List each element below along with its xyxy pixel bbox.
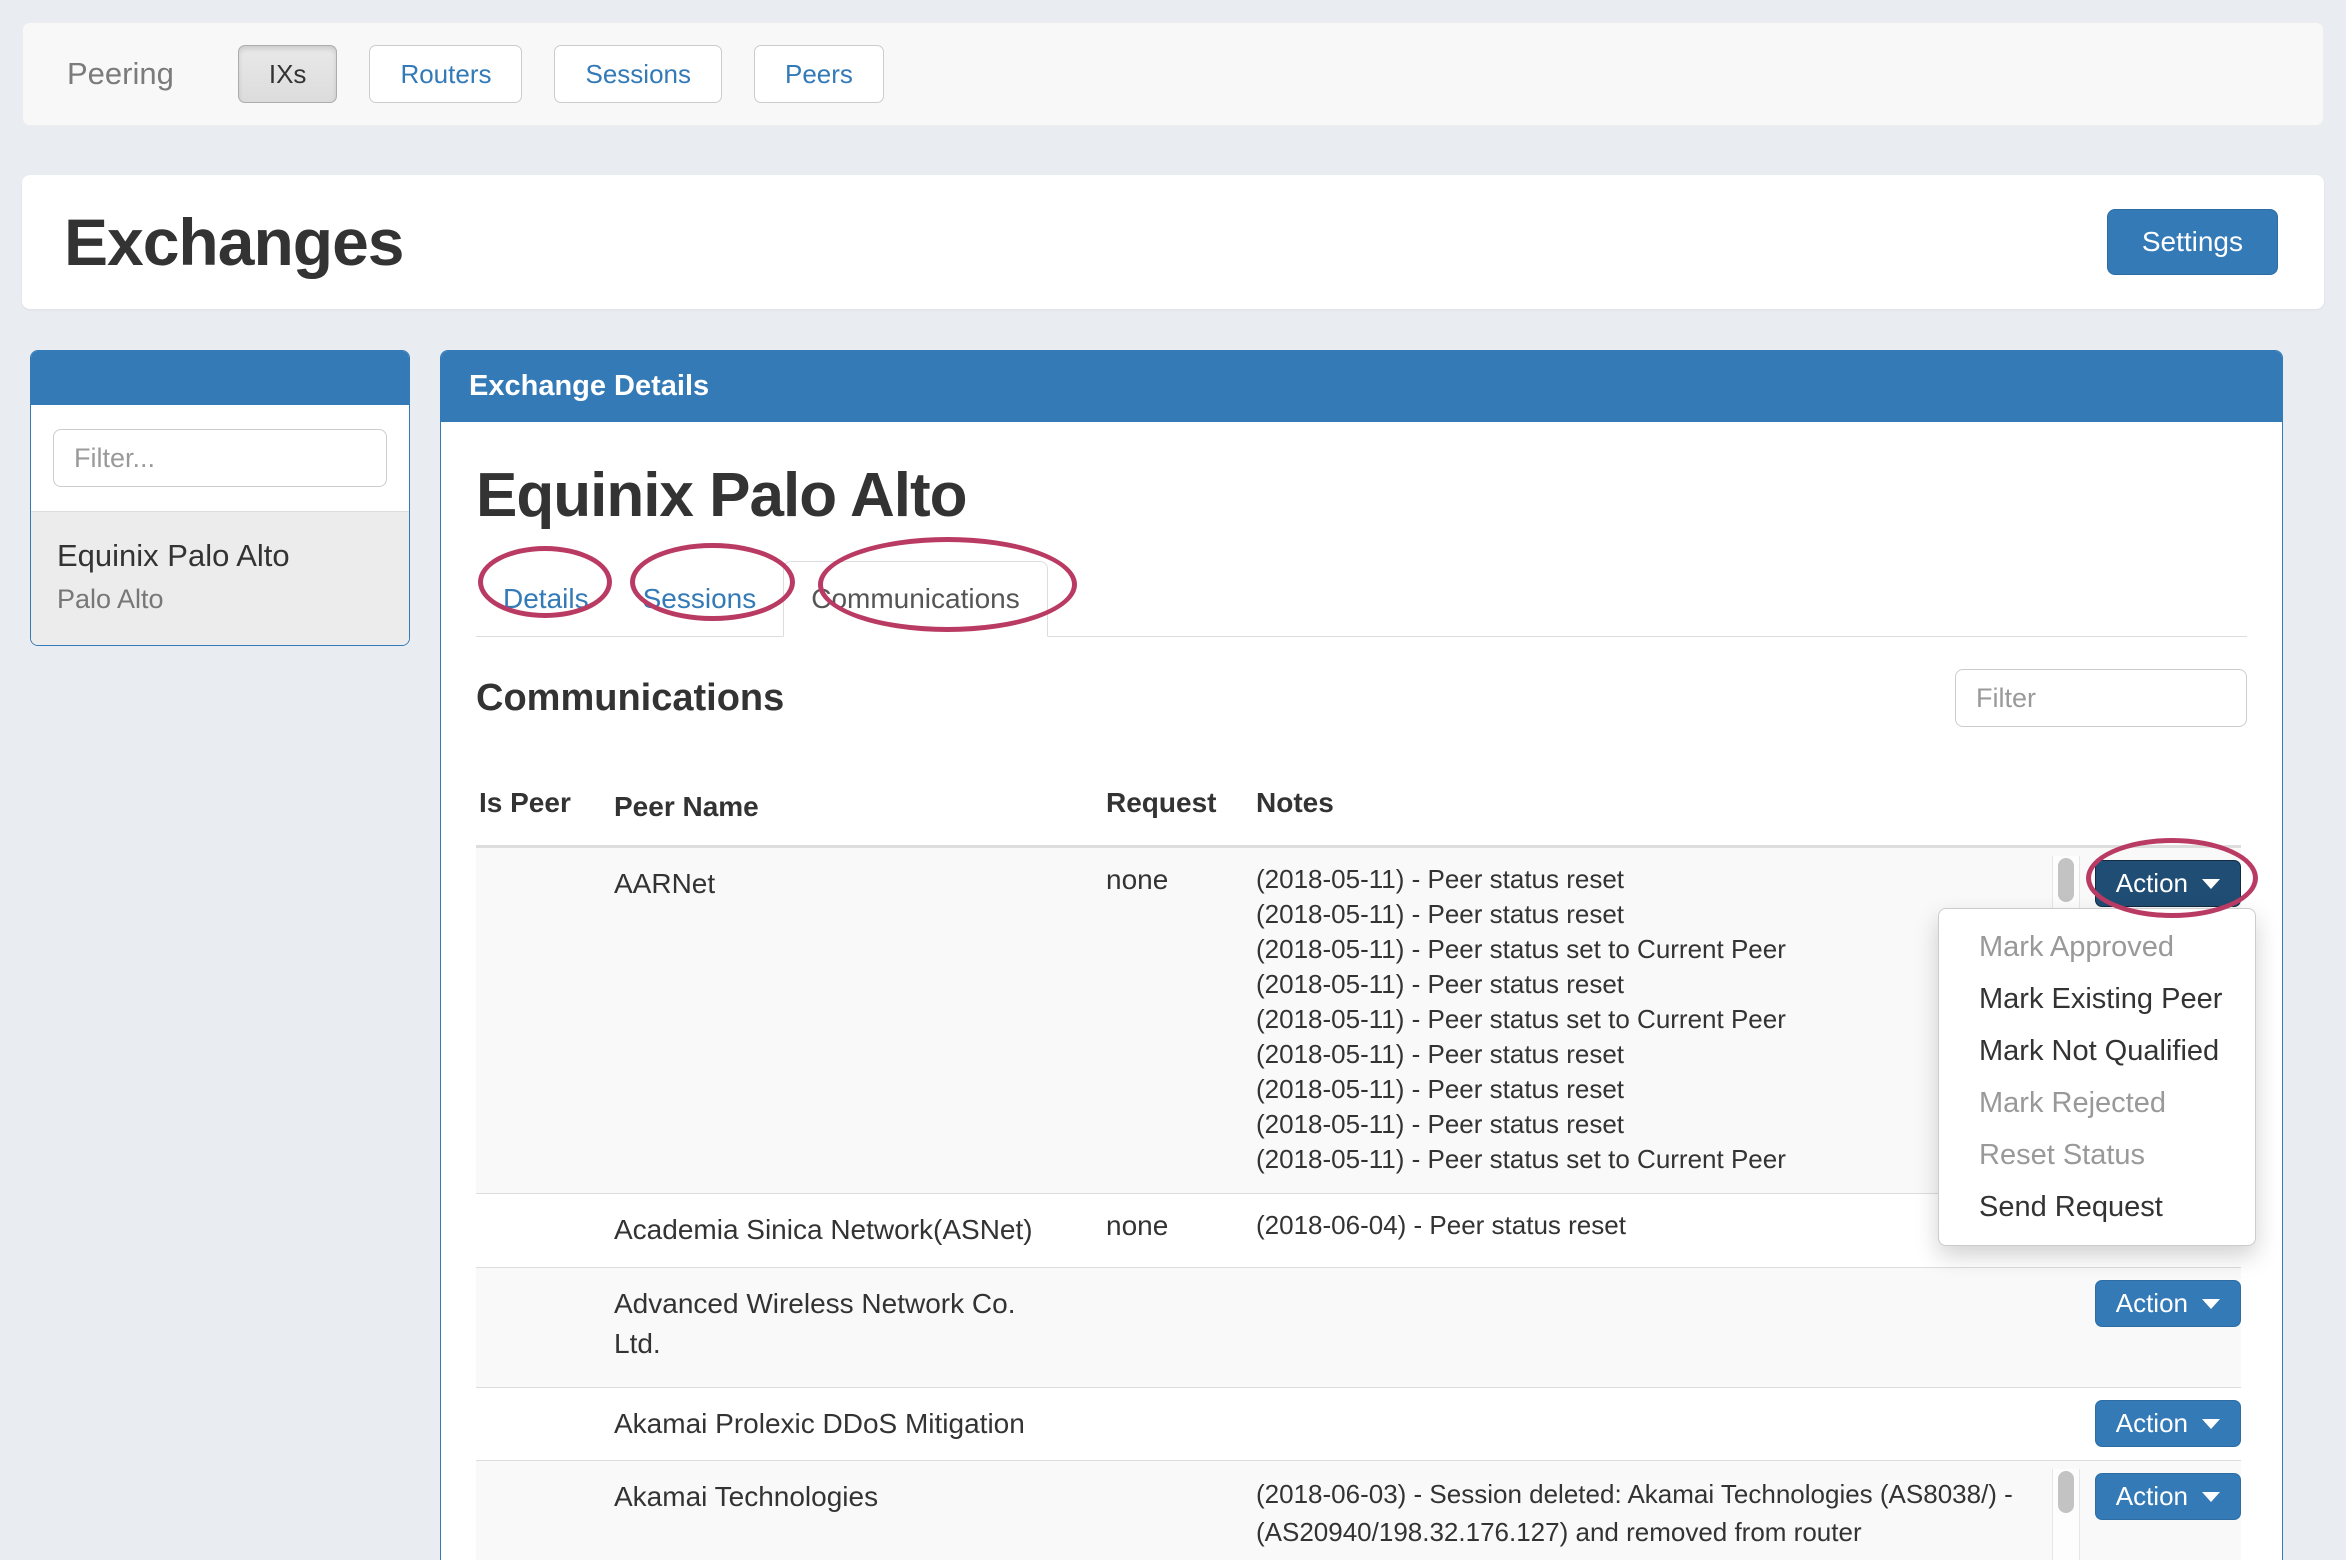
page: Peering IXs Routers Sessions Peers Excha… [0, 0, 2346, 1560]
menu-item-send-request[interactable]: Send Request [1939, 1181, 2255, 1233]
action-dropdown-button-open[interactable]: Action [2095, 860, 2241, 907]
table-row: Akamai Technologies (2018-06-03) - Sessi… [476, 1460, 2241, 1560]
nav-button-peers[interactable]: Peers [754, 45, 884, 103]
cell-request: none [1106, 848, 1256, 1193]
page-header-card: Exchanges Settings [22, 175, 2324, 309]
nav-button-routers[interactable]: Routers [369, 45, 522, 103]
action-button-label: Action [2116, 1408, 2188, 1439]
notes-scrollbar-thumb[interactable] [2058, 1471, 2074, 1513]
exchange-filter-input[interactable] [53, 429, 387, 487]
cell-peer-name: Akamai Technologies [614, 1461, 1106, 1560]
cell-request [1106, 1388, 1256, 1460]
page-title: Exchanges [64, 204, 404, 280]
top-navbar: Peering IXs Routers Sessions Peers [22, 22, 2324, 126]
notes-scrollbar-thumb[interactable] [2058, 858, 2074, 902]
exchange-city: Palo Alto [57, 584, 383, 615]
cell-is-peer [476, 1388, 614, 1460]
notes-scrollbar-track[interactable] [2052, 1469, 2080, 1560]
menu-item-mark-not-qualified[interactable]: Mark Not Qualified [1939, 1025, 2255, 1077]
cell-action: Action [2084, 1388, 2241, 1460]
tab-communications[interactable]: Communications [783, 561, 1048, 637]
tab-details[interactable]: Details [476, 561, 616, 636]
action-dropdown-button[interactable]: Action [2095, 1280, 2241, 1327]
col-header-request: Request [1106, 771, 1256, 845]
note-line: (AS20940/198.32.176.127) and removed fro… [1256, 1513, 2051, 1551]
caret-down-icon [2202, 1419, 2220, 1429]
note-line: (2018-06-03) - [1256, 1551, 2051, 1560]
col-header-peer-name: Peer Name [614, 771, 1106, 845]
cell-peer-name: Advanced Wireless Network Co. Ltd. [614, 1268, 1106, 1387]
menu-item-mark-approved[interactable]: Mark Approved [1939, 921, 2255, 973]
note-line: (2018-05-11) - Peer status reset [1256, 862, 2051, 897]
menu-item-mark-existing-peer[interactable]: Mark Existing Peer [1939, 973, 2255, 1025]
brand-peering: Peering [67, 56, 174, 92]
exchange-list-panel-header [31, 351, 409, 405]
exchange-list-panel: Equinix Palo Alto Palo Alto [30, 350, 410, 646]
cell-request [1106, 1461, 1256, 1560]
note-line: (2018-06-03) - Session deleted: Akamai T… [1256, 1475, 2051, 1513]
exchange-name: Equinix Palo Alto [57, 538, 383, 574]
cell-notes [1256, 1388, 2051, 1460]
col-header-is-peer: Is Peer [476, 771, 614, 845]
cell-action: Action [2084, 1461, 2241, 1560]
cell-action: Action [2084, 1268, 2241, 1387]
caret-down-icon [2202, 1492, 2220, 1502]
communications-section-head: Communications [476, 669, 2247, 727]
panel-header-title: Exchange Details [469, 370, 709, 403]
cell-is-peer [476, 1194, 614, 1267]
menu-item-mark-rejected[interactable]: Mark Rejected [1939, 1077, 2255, 1129]
action-button-label: Action [2116, 868, 2188, 899]
cell-notes: (2018-05-11) - Peer status reset (2018-0… [1256, 848, 2051, 1193]
col-header-action-spacer [2084, 771, 2241, 845]
nav-button-sessions[interactable]: Sessions [554, 45, 722, 103]
table-row: Akamai Prolexic DDoS Mitigation Action [476, 1387, 2241, 1460]
cell-is-peer [476, 1268, 614, 1387]
action-button-label: Action [2116, 1288, 2188, 1319]
note-line: (2018-05-11) - Peer status reset [1256, 967, 2051, 1002]
caret-down-icon [2202, 1299, 2220, 1309]
cell-peer-name: Academia Sinica Network(ASNet) [614, 1194, 1106, 1267]
table-header-row: Is Peer Peer Name Request Notes [476, 771, 2241, 847]
communications-heading: Communications [476, 677, 784, 720]
cell-notes: (2018-06-04) - Peer status reset [1256, 1194, 2051, 1267]
col-header-notes: Notes [1256, 771, 2051, 845]
action-dropdown-button[interactable]: Action [2095, 1400, 2241, 1447]
note-line: (2018-05-11) - Peer status set to Curren… [1256, 932, 2051, 967]
cell-request [1106, 1268, 1256, 1387]
note-line: (2018-05-11) - Peer status set to Curren… [1256, 1142, 2051, 1177]
action-dropdown-menu: Mark Approved Mark Existing Peer Mark No… [1938, 908, 2256, 1246]
table-row: Advanced Wireless Network Co. Ltd. Actio… [476, 1267, 2241, 1387]
caret-down-icon [2202, 879, 2220, 889]
cell-peer-name: AARNet [614, 848, 1106, 1193]
cell-notes [1256, 1268, 2051, 1387]
note-line: (2018-06-04) - Peer status reset [1256, 1208, 2051, 1243]
note-line: (2018-05-11) - Peer status reset [1256, 1072, 2051, 1107]
cell-is-peer [476, 848, 614, 1193]
notes-scrollbar-area [2051, 1268, 2084, 1387]
note-line: (2018-05-11) - Peer status reset [1256, 1037, 2051, 1072]
menu-item-reset-status[interactable]: Reset Status [1939, 1129, 2255, 1181]
exchange-details-panel-header: Exchange Details [441, 351, 2282, 422]
note-line: (2018-05-11) - Peer status set to Curren… [1256, 1002, 2051, 1037]
tab-sessions[interactable]: Sessions [616, 561, 784, 636]
cell-request: none [1106, 1194, 1256, 1267]
notes-scrollbar-area [2051, 1461, 2084, 1560]
settings-button[interactable]: Settings [2107, 209, 2278, 275]
detail-tabs: Details Sessions Communications [476, 561, 2247, 637]
note-line: (2018-05-11) - Peer status reset [1256, 897, 2051, 932]
exchange-title: Equinix Palo Alto [476, 460, 2247, 531]
cell-notes: (2018-06-03) - Session deleted: Akamai T… [1256, 1461, 2051, 1560]
note-line: (2018-05-11) - Peer status reset [1256, 1107, 2051, 1142]
col-header-spacer [2051, 771, 2084, 845]
cell-is-peer [476, 1461, 614, 1560]
exchange-filter-wrap [31, 405, 409, 511]
list-item-equinix-palo-alto[interactable]: Equinix Palo Alto Palo Alto [31, 511, 409, 645]
communications-filter-input[interactable] [1955, 669, 2247, 727]
cell-peer-name: Akamai Prolexic DDoS Mitigation [614, 1388, 1106, 1460]
nav-button-ixs[interactable]: IXs [238, 45, 338, 103]
action-dropdown-button[interactable]: Action [2095, 1473, 2241, 1520]
notes-scrollbar-area [2051, 1388, 2084, 1460]
action-button-label: Action [2116, 1481, 2188, 1512]
